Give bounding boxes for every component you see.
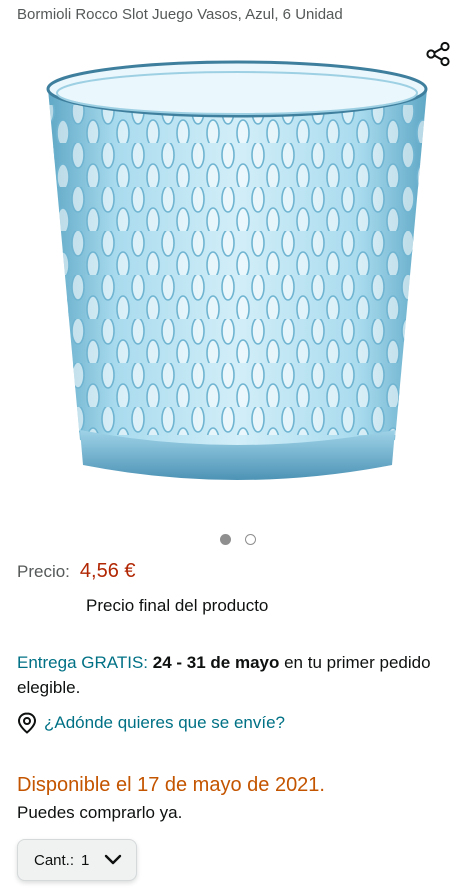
quantity-label: Cant.: xyxy=(34,851,75,869)
availability-subtext: Puedes comprarlo ya. xyxy=(17,803,183,822)
image-carousel-dots xyxy=(0,534,475,545)
location-link-text[interactable]: ¿Adónde quieres que se envíe? xyxy=(44,713,285,733)
delivery-free-label: Entrega GRATIS: xyxy=(17,653,149,672)
price-row: Precio: 4,56 € xyxy=(17,560,136,583)
price-final-note: Precio final del producto xyxy=(86,596,269,615)
delivery-dates: 24 - 31 de mayo xyxy=(152,653,280,672)
delivery-info: Entrega GRATIS: 24 - 31 de mayo en tu pr… xyxy=(17,650,462,700)
carousel-dot-1[interactable] xyxy=(219,534,231,545)
chevron-down-icon xyxy=(105,854,122,865)
location-pin-icon xyxy=(17,712,37,734)
product-image[interactable] xyxy=(40,55,435,495)
price-value: 4,56 € xyxy=(79,560,136,582)
quantity-selector[interactable]: Cant.: 1 xyxy=(17,839,137,881)
product-title: Bormioli Rocco Slot Juego Vasos, Azul, 6… xyxy=(17,6,343,23)
carousel-dot-2[interactable] xyxy=(244,534,256,545)
delivery-location-link[interactable]: ¿Adónde quieres que se envíe? xyxy=(17,712,285,734)
availability-status: Disponible el 17 de mayo de 2021. xyxy=(17,774,325,796)
quantity-value: 1 xyxy=(81,851,90,869)
price-label: Precio: xyxy=(17,562,70,581)
